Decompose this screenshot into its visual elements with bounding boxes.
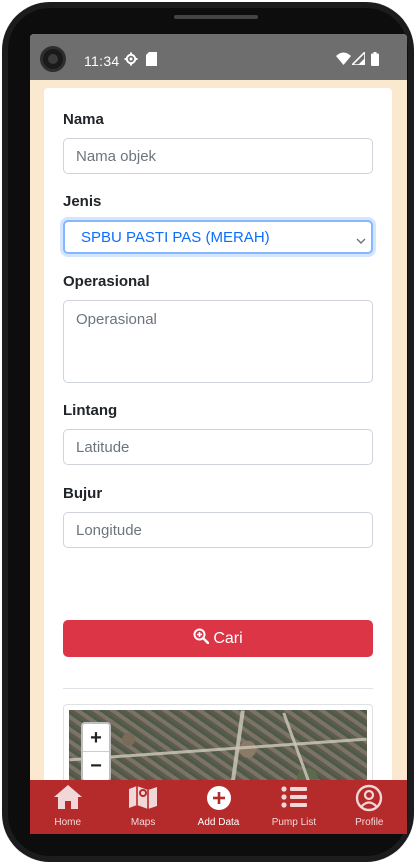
add-data-form: Nama Jenis SPBU PASTI PAS (MERAH) Operas…	[44, 88, 392, 814]
bottom-navigation: Home Maps Add Data Pump List Profile	[30, 780, 407, 834]
jenis-selected-value: SPBU PASTI PAS (MERAH)	[81, 229, 270, 246]
app-screen: 11:34 Nama Nama objek Jenis SPBU PASTI P…	[30, 34, 407, 834]
status-bar: 11:34	[30, 34, 407, 80]
plus-circle-icon	[205, 784, 233, 815]
latitude-input[interactable]	[63, 429, 373, 465]
nama-label: Nama	[63, 111, 104, 128]
longitude-input[interactable]	[63, 512, 373, 548]
search-plus-icon	[193, 628, 210, 649]
wifi-icon	[336, 52, 351, 68]
home-icon	[53, 784, 83, 813]
nav-label-maps: Maps	[130, 817, 156, 828]
jenis-select[interactable]: SPBU PASTI PAS (MERAH)	[63, 220, 373, 254]
nav-label-add-data: Add Data	[197, 817, 240, 828]
zoom-out-button[interactable]: −	[83, 752, 109, 780]
gear-icon	[124, 52, 138, 69]
bujur-label: Bujur	[63, 485, 103, 502]
zoom-control: + −	[81, 722, 111, 782]
chevron-down-icon	[356, 232, 366, 249]
sd-card-icon	[146, 52, 157, 69]
nav-item-add-data[interactable]: Add Data	[181, 780, 256, 834]
map-road	[69, 737, 367, 762]
nav-label-pump-list: Pump List	[271, 817, 317, 828]
nav-label-home: Home	[54, 817, 82, 828]
operasional-label: Operasional	[63, 273, 150, 290]
speaker-grille	[174, 15, 258, 19]
battery-icon	[371, 52, 379, 69]
nav-item-home[interactable]: Home	[30, 780, 105, 834]
nama-input[interactable]	[63, 138, 373, 174]
map-icon	[128, 784, 158, 813]
divider	[63, 688, 373, 689]
cari-button[interactable]: Cari	[63, 620, 373, 657]
nav-item-profile[interactable]: Profile	[332, 780, 407, 834]
front-camera	[40, 46, 66, 72]
nav-item-maps[interactable]: Maps	[105, 780, 180, 834]
jenis-label: Jenis	[63, 193, 102, 210]
signal-icon	[350, 50, 366, 68]
cari-button-label: Cari	[213, 629, 243, 647]
operasional-textarea[interactable]	[63, 300, 373, 383]
status-time: 11:34	[84, 53, 120, 69]
user-circle-icon	[355, 784, 383, 815]
phone-bezel: 11:34 Nama Nama objek Jenis SPBU PASTI P…	[8, 8, 408, 856]
nav-label-profile: Profile	[355, 817, 384, 828]
nav-item-pump-list[interactable]: Pump List	[256, 780, 331, 834]
lintang-label: Lintang	[63, 402, 118, 419]
zoom-in-button[interactable]: +	[83, 724, 109, 752]
list-icon	[280, 784, 308, 813]
phone-frame: 11:34 Nama Nama objek Jenis SPBU PASTI P…	[2, 2, 414, 862]
